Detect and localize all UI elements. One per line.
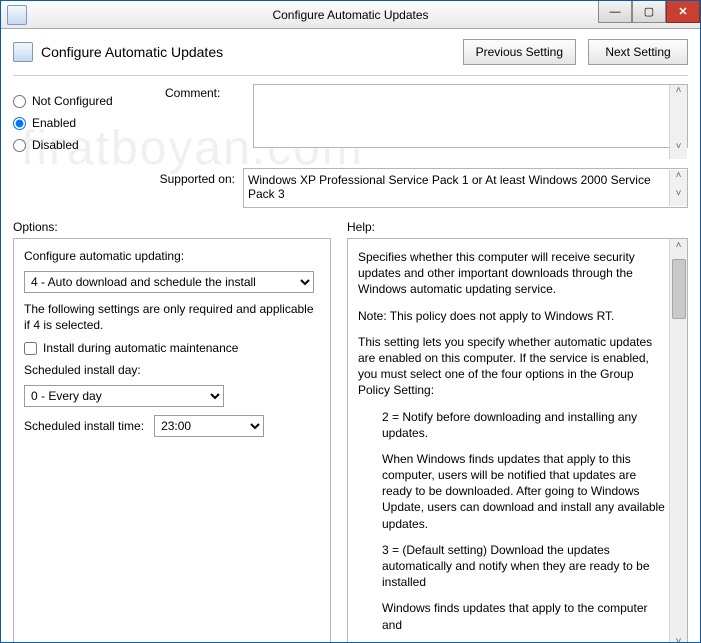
- dialog-window: firatboyan.com Configure Automatic Updat…: [0, 0, 701, 643]
- separator: [13, 75, 688, 76]
- previous-setting-button[interactable]: Previous Setting: [463, 39, 576, 65]
- minimize-button[interactable]: —: [598, 1, 632, 23]
- scroll-up-icon[interactable]: ˄: [670, 170, 687, 188]
- radio-disabled-label: Disabled: [32, 138, 79, 152]
- help-p7: Windows finds updates that apply to the …: [358, 600, 665, 632]
- radio-enabled-label: Enabled: [32, 116, 76, 130]
- window-controls: — ▢ ✕: [598, 1, 700, 28]
- help-p2: Note: This policy does not apply to Wind…: [358, 308, 665, 324]
- config-updating-select[interactable]: 4 - Auto download and schedule the insta…: [24, 271, 314, 293]
- sched-time-label: Scheduled install time:: [24, 419, 144, 433]
- comment-scrollbar[interactable]: ˄ ˅: [669, 85, 687, 159]
- help-panel: Specifies whether this computer will rec…: [347, 238, 688, 643]
- policy-icon: [7, 5, 27, 25]
- close-button[interactable]: ✕: [666, 1, 700, 23]
- comment-textarea[interactable]: [253, 84, 688, 148]
- radio-not-configured[interactable]: Not Configured: [13, 94, 153, 108]
- policy-title: Configure Automatic Updates: [41, 44, 223, 60]
- scroll-down-icon[interactable]: ˅: [670, 188, 687, 206]
- maintenance-checkbox[interactable]: [24, 342, 37, 355]
- scroll-up-icon[interactable]: ˄: [670, 85, 687, 103]
- sched-time-select[interactable]: 23:00: [154, 415, 264, 437]
- supported-on-value: Windows XP Professional Service Pack 1 o…: [248, 173, 651, 201]
- options-panel: Configure automatic updating: 4 - Auto d…: [13, 238, 331, 643]
- help-scrollbar[interactable]: ˄ ˅: [669, 239, 687, 643]
- options-label: Options:: [13, 220, 331, 234]
- maintenance-label: Install during automatic maintenance: [43, 341, 238, 355]
- help-p1: Specifies whether this computer will rec…: [358, 249, 665, 298]
- titlebar: Configure Automatic Updates — ▢ ✕: [1, 1, 700, 29]
- scroll-thumb[interactable]: [672, 259, 686, 319]
- help-p5: When Windows finds updates that apply to…: [358, 451, 665, 532]
- next-setting-button[interactable]: Next Setting: [588, 39, 688, 65]
- help-label: Help:: [347, 220, 375, 234]
- state-radio-group: Not Configured Enabled Disabled: [13, 84, 153, 160]
- scroll-down-icon[interactable]: ˅: [670, 141, 687, 159]
- radio-not-configured-input[interactable]: [13, 95, 26, 108]
- supported-scrollbar[interactable]: ˄ ˅: [669, 170, 687, 206]
- comment-label: Comment:: [165, 84, 245, 160]
- window-title: Configure Automatic Updates: [1, 8, 700, 22]
- sched-day-label: Scheduled install day:: [24, 363, 320, 377]
- radio-not-configured-label: Not Configured: [32, 94, 113, 108]
- help-p3: This setting lets you specify whether au…: [358, 334, 665, 399]
- maximize-button[interactable]: ▢: [632, 1, 666, 23]
- scroll-down-icon[interactable]: ˅: [670, 635, 687, 643]
- scroll-up-icon[interactable]: ˄: [670, 239, 687, 257]
- config-updating-label: Configure automatic updating:: [24, 249, 320, 263]
- radio-disabled[interactable]: Disabled: [13, 138, 153, 152]
- sched-day-select[interactable]: 0 - Every day: [24, 385, 224, 407]
- radio-disabled-input[interactable]: [13, 139, 26, 152]
- maintenance-checkbox-row[interactable]: Install during automatic maintenance: [24, 341, 320, 355]
- help-p6: 3 = (Default setting) Download the updat…: [358, 542, 665, 591]
- options-note: The following settings are only required…: [24, 301, 320, 333]
- radio-enabled-input[interactable]: [13, 117, 26, 130]
- supported-on-label: Supported on:: [13, 168, 235, 186]
- policy-sheet-icon: [13, 42, 33, 62]
- radio-enabled[interactable]: Enabled: [13, 116, 153, 130]
- supported-on-text: Windows XP Professional Service Pack 1 o…: [243, 168, 688, 208]
- help-p4: 2 = Notify before downloading and instal…: [358, 409, 665, 441]
